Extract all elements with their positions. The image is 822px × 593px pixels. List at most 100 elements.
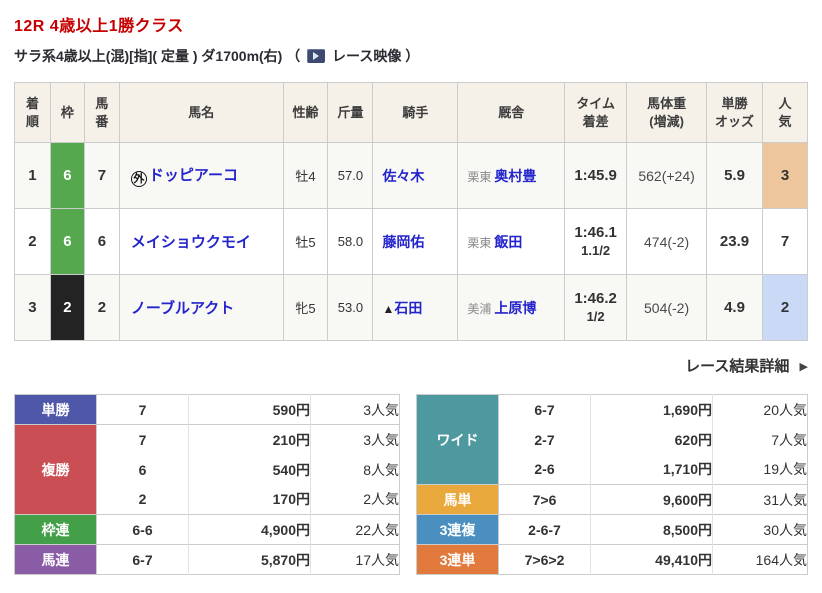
payout-combo: 7 [96, 394, 189, 425]
horse-number: 6 [83, 208, 120, 275]
bet-type-trifecta-label: 3連単 [416, 544, 499, 575]
sex-age: 牡5 [282, 208, 329, 275]
payout-popularity: 22人気 [310, 514, 400, 545]
payout-popularity: 30人気 [712, 514, 808, 545]
carried-weight: 58.0 [327, 208, 374, 275]
payout-popularity: 19人気 [763, 461, 807, 478]
header-horse-number: 馬 番 [83, 82, 120, 143]
win-odds: 23.9 [706, 208, 763, 275]
horse-name-cell: ノーブルアクト [118, 274, 284, 341]
jockey-link[interactable]: 石田 [394, 300, 422, 316]
popularity: 7 [761, 208, 809, 275]
jockey-link[interactable]: 佐々木 [382, 168, 424, 184]
payout-popularity: 164人気 [712, 544, 808, 575]
payout-amount: 8,500円 [590, 514, 713, 545]
payout-combo: 2 [96, 484, 189, 515]
detail-link-wrap: レース結果詳細 ▶ [14, 355, 808, 376]
trainer-link[interactable]: 上原博 [494, 300, 536, 316]
payout-combo: 6-6 [96, 514, 189, 545]
payout-row-bracket-quinella: 枠連 6-6 4,900円 22人気 [14, 514, 400, 545]
stable-cell: 美浦 上原博 [457, 274, 566, 341]
payout-combo: 7>6 [498, 484, 591, 515]
bet-type-bracket-quinella-label: 枠連 [14, 514, 97, 545]
header-sex-age: 性齢 [282, 82, 329, 143]
time-margin-cell: 1:45.9 [564, 142, 628, 209]
payout-combo: 2-6 [498, 454, 591, 485]
horse-name-link[interactable]: ドッピアーコ [149, 167, 238, 184]
bet-type-wide-label: ワイド [416, 394, 499, 485]
results-header-row: 着 順 枠 馬 番 馬名 性齢 斤量 騎手 厩舎 タイム 着差 馬体重 (増減)… [14, 82, 809, 143]
header-body-weight: 馬体重 (増減) [626, 82, 708, 143]
payout-popularity: 31人気 [712, 484, 808, 515]
payout-row-place-1: 複勝 7 210円 3人気 [14, 424, 400, 515]
payout-popularity: 20人気 [763, 401, 807, 418]
bracket-number: 6 [49, 142, 85, 209]
body-weight: 474(-2) [626, 208, 708, 275]
payout-popularity: 7人気 [771, 431, 807, 448]
horse-name-cell: 外ドッピアーコ [118, 142, 284, 209]
jockey-cell: ▲石田 [372, 274, 459, 341]
header-popularity: 人 気 [761, 82, 809, 143]
horse-name-cell: メイショウクモイ [118, 208, 284, 275]
payout-amount: 9,600円 [590, 484, 713, 515]
race-result-detail-label: レース結果詳細 [685, 358, 790, 375]
race-video-link[interactable]: レース映像 [304, 48, 405, 64]
horse-name-link[interactable]: メイショウクモイ [131, 234, 251, 251]
body-weight: 562(+24) [626, 142, 708, 209]
header-stable: 厩舎 [457, 82, 566, 143]
bracket-number: 6 [49, 208, 85, 275]
arrow-right-icon: ▶ [799, 361, 808, 373]
payout-row-exacta: 馬単 7>6 9,600円 31人気 [416, 484, 808, 515]
bet-type-quinella-label: 馬連 [14, 544, 97, 575]
payout-row-wide-1: ワイド 6-7 1,690円 20人気 [416, 394, 808, 485]
payout-row-trifecta: 3連単 7>6>2 49,410円 164人気 [416, 544, 808, 575]
payouts-section: 単勝 7 590円 3人気 複勝 7 210円 3人気 6 540円 8人気 2… [14, 394, 808, 575]
result-row-2: 2 6 6 メイショウクモイ 牡5 58.0 藤岡佑 栗東 飯田 1:46.1 1… [14, 208, 809, 275]
trainer-link[interactable]: 飯田 [494, 234, 522, 250]
payout-popularity: 8人気 [363, 461, 399, 478]
payout-row-win: 単勝 7 590円 3人気 [14, 394, 400, 425]
paren-close: ） [405, 48, 420, 64]
jockey-cell: 佐々木 [372, 142, 459, 209]
stable-region: 美浦 [467, 301, 492, 316]
race-result-detail-link[interactable]: レース結果詳細 ▶ [685, 358, 808, 375]
payout-row-trio: 3連複 2-6-7 8,500円 30人気 [416, 514, 808, 545]
header-carried-weight: 斤量 [327, 82, 374, 143]
trainer-link[interactable]: 奥村豊 [494, 168, 536, 184]
race-title: 12R 4歳以上1勝クラス [14, 18, 184, 35]
carried-weight: 57.0 [327, 142, 374, 209]
payout-combo: 7>6>2 [498, 544, 591, 575]
carried-weight: 53.0 [327, 274, 374, 341]
bet-type-trio-label: 3連複 [416, 514, 499, 545]
bracket-number: 2 [49, 274, 85, 341]
jockey-cell: 藤岡佑 [372, 208, 459, 275]
header-time-margin: タイム 着差 [564, 82, 628, 143]
time-margin-cell: 1:46.1 1.1/2 [564, 208, 628, 275]
result-row-1: 1 6 7 外ドッピアーコ 牡4 57.0 佐々木 栗東奥村豊 1:45.9 [14, 142, 809, 209]
jockey-link[interactable]: 藤岡佑 [382, 234, 424, 250]
stable-region: 栗東 [467, 169, 492, 184]
finish-position: 3 [14, 274, 51, 341]
popularity: 2 [761, 274, 809, 341]
payout-amount: 590円 [188, 394, 311, 425]
race-video-label: レース映像 [332, 48, 402, 64]
payout-popularity: 17人気 [310, 544, 400, 575]
payout-amount: 5,870円 [188, 544, 311, 575]
bet-type-exacta-label: 馬単 [416, 484, 499, 515]
payout-popularity: 3人気 [310, 424, 400, 455]
payout-combo: 6 [96, 454, 189, 485]
header-finish-position: 着 順 [14, 82, 51, 143]
finish-margin: 1/2 [586, 308, 605, 324]
payout-combo: 6-7 [96, 544, 189, 575]
horse-name-link[interactable]: ノーブルアクト [131, 300, 234, 317]
video-play-icon [307, 49, 326, 63]
horse-number: 7 [83, 142, 120, 209]
body-weight: 504(-2) [626, 274, 708, 341]
stable-cell: 栗東 奥村豊 [457, 142, 566, 209]
sex-age: 牡4 [282, 142, 329, 209]
time-margin-cell: 1:46.2 1/2 [564, 274, 628, 341]
finish-time: 1:46.2 [574, 290, 617, 308]
payout-amount: 620円 [590, 424, 713, 455]
race-conditions: サラ系4歳以上(混)[指]( 定量 ) ダ1700m(右) （ レース映像 ） [14, 46, 808, 66]
payout-table-right: ワイド 6-7 1,690円 20人気 2-7 620円 7人気 2-6 1,7… [416, 394, 808, 575]
